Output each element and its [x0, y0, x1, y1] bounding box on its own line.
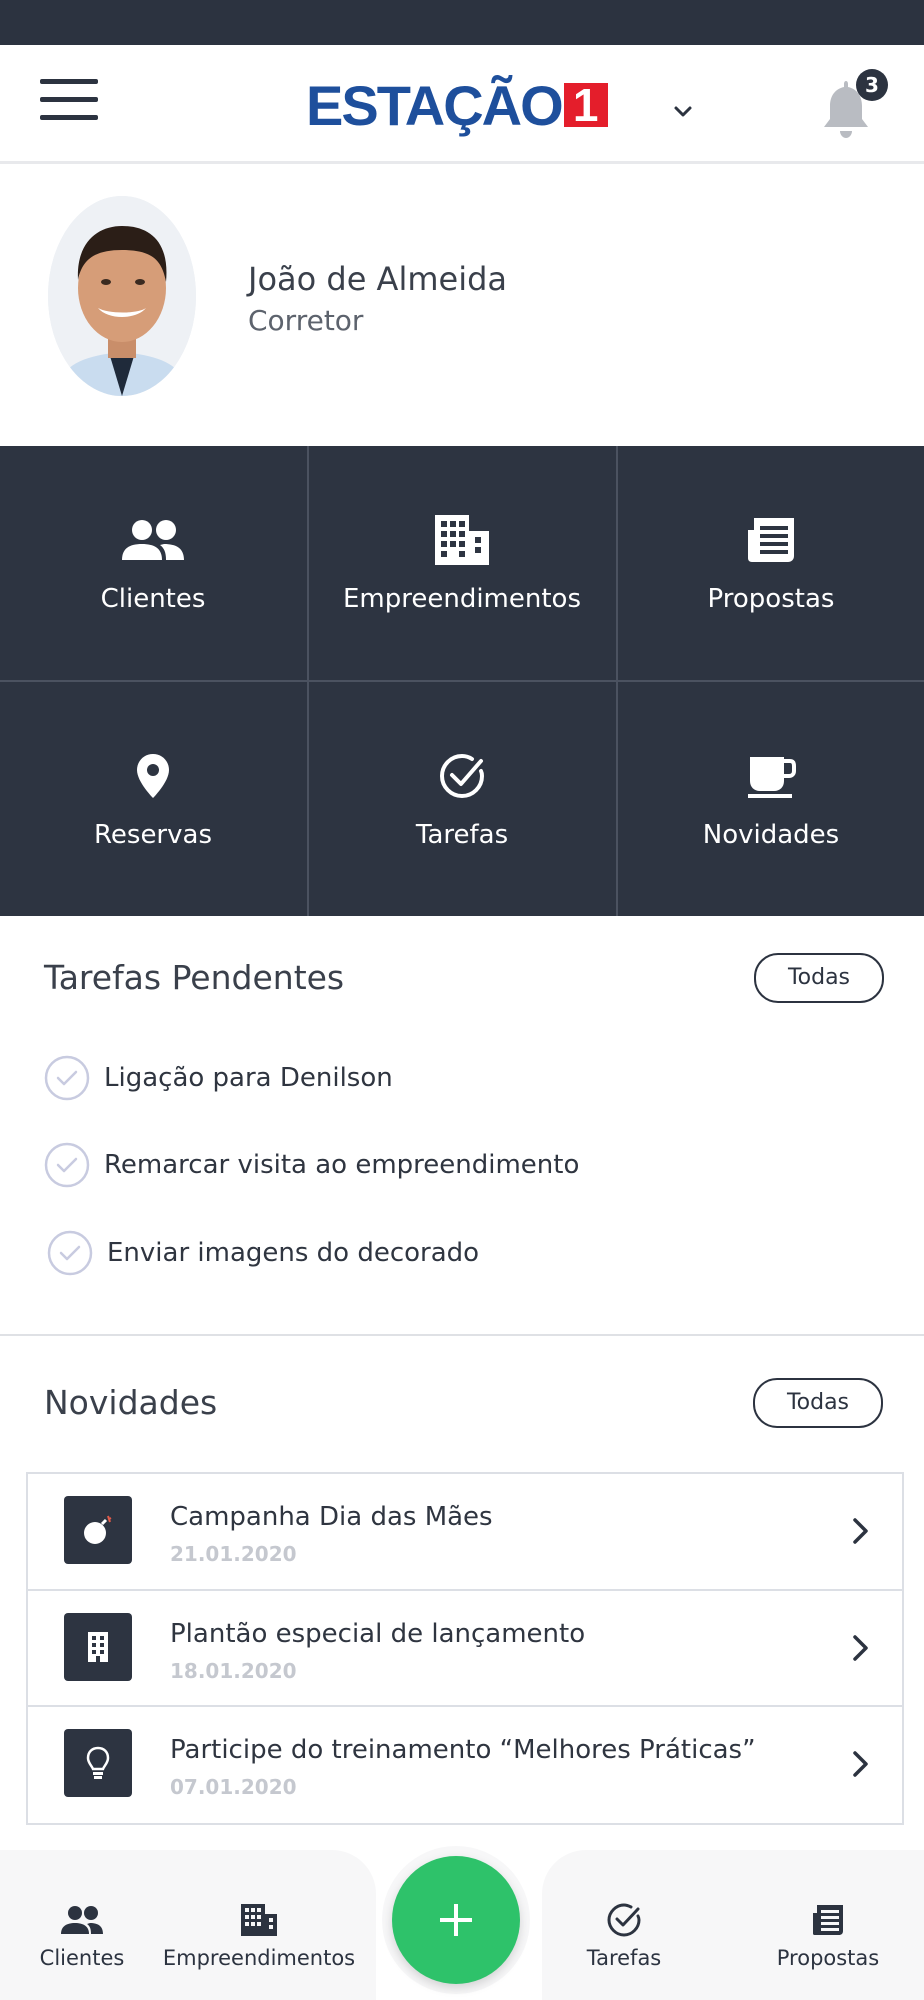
bottom-nav-label: Clientes [39, 1946, 125, 1970]
section-divider [0, 1334, 924, 1336]
user-role: Corretor [248, 304, 364, 337]
bottom-nav-clientes[interactable]: Clientes [32, 1900, 132, 1970]
logo-text: ESTAÇÃO [306, 73, 564, 137]
news-date: 21.01.2020 [170, 1542, 297, 1566]
profile-section: João de Almeida Corretor [0, 164, 924, 446]
brand-logo[interactable]: ESTAÇÃO 1 [306, 73, 608, 137]
notification-badge: 3 [856, 69, 888, 101]
tile-label: Clientes [100, 584, 206, 614]
check-circle-icon[interactable] [47, 1230, 93, 1276]
tile-label: Tarefas [415, 820, 509, 850]
user-name: João de Almeida [248, 260, 507, 298]
tile-clientes[interactable]: Clientes [0, 446, 306, 678]
task-label: Remarcar visita ao empreendimento [104, 1150, 580, 1180]
document-icon [813, 1905, 843, 1935]
tile-label: Novidades [702, 820, 840, 850]
news-date: 07.01.2020 [170, 1775, 297, 1799]
task-item[interactable]: Ligação para Denilson [44, 1055, 393, 1101]
coffee-cup-icon [748, 757, 796, 798]
tile-novidades[interactable]: Novidades [618, 682, 924, 914]
lightbulb-icon [64, 1729, 132, 1797]
bottom-nav-label: Empreendimentos [162, 1946, 356, 1970]
check-circle-icon [607, 1903, 641, 1937]
bottom-nav-label: Propostas [776, 1946, 880, 1970]
news-section-title: Novidades [44, 1383, 218, 1422]
people-icon [61, 1906, 103, 1934]
bomb-icon [64, 1496, 132, 1564]
menu-grid: Clientes Empreendimentos Propostas Reser… [0, 446, 924, 916]
add-button[interactable] [392, 1856, 520, 1984]
chevron-right-icon[interactable] [846, 1516, 874, 1546]
bottom-nav-tarefas[interactable]: Tarefas [574, 1900, 674, 1970]
chevron-down-icon[interactable] [668, 97, 698, 127]
task-label: Ligação para Denilson [104, 1063, 393, 1093]
tile-propostas[interactable]: Propostas [618, 446, 924, 678]
tile-label: Propostas [707, 584, 835, 614]
bottom-nav-empreendimentos[interactable]: Empreendimentos [162, 1900, 356, 1970]
task-item[interactable]: Remarcar visita ao empreendimento [44, 1142, 579, 1188]
news-item[interactable]: Participe do treinamento “Melhores Práti… [26, 1705, 904, 1825]
chevron-right-icon[interactable] [846, 1633, 874, 1663]
tile-label: Reservas [94, 820, 212, 850]
tile-tarefas[interactable]: Tarefas [309, 682, 615, 914]
location-pin-icon [137, 754, 169, 798]
plus-icon [440, 1904, 472, 1936]
tasks-section-title: Tarefas Pendentes [44, 958, 345, 997]
bottom-nav-propostas[interactable]: Propostas [768, 1900, 888, 1970]
grid-divider [0, 680, 924, 682]
tasks-all-button[interactable]: Todas [754, 953, 884, 1003]
news-date: 18.01.2020 [170, 1659, 297, 1683]
app-header: ESTAÇÃO 1 3 [0, 45, 924, 164]
status-bar [0, 0, 924, 45]
building-icon [241, 1904, 277, 1936]
tile-reservas[interactable]: Reservas [0, 682, 306, 914]
tile-label: Empreendimentos [342, 584, 582, 614]
chevron-right-icon[interactable] [846, 1749, 874, 1779]
menu-icon[interactable] [40, 77, 100, 123]
tile-empreendimentos[interactable]: Empreendimentos [309, 446, 615, 678]
news-title: Campanha Dia das Mães [170, 1502, 493, 1532]
bottom-nav-label: Tarefas [586, 1946, 662, 1970]
check-circle-icon [439, 753, 485, 799]
news-title: Participe do treinamento “Melhores Práti… [170, 1735, 756, 1765]
check-circle-icon[interactable] [44, 1142, 90, 1188]
news-all-button[interactable]: Todas [753, 1378, 883, 1428]
news-item[interactable]: Plantão especial de lançamento 18.01.202… [26, 1589, 904, 1709]
task-label: Enviar imagens do decorado [107, 1238, 480, 1268]
logo-number: 1 [563, 82, 608, 128]
news-title: Plantão especial de lançamento [170, 1619, 586, 1649]
building-icon [64, 1613, 132, 1681]
check-circle-icon[interactable] [44, 1055, 90, 1101]
news-item[interactable]: Campanha Dia das Mães 21.01.2020 [26, 1472, 904, 1592]
document-icon [748, 518, 794, 562]
building-icon [435, 515, 489, 565]
task-item[interactable]: Enviar imagens do decorado [47, 1230, 479, 1276]
people-icon [122, 520, 184, 560]
avatar[interactable] [48, 196, 196, 396]
